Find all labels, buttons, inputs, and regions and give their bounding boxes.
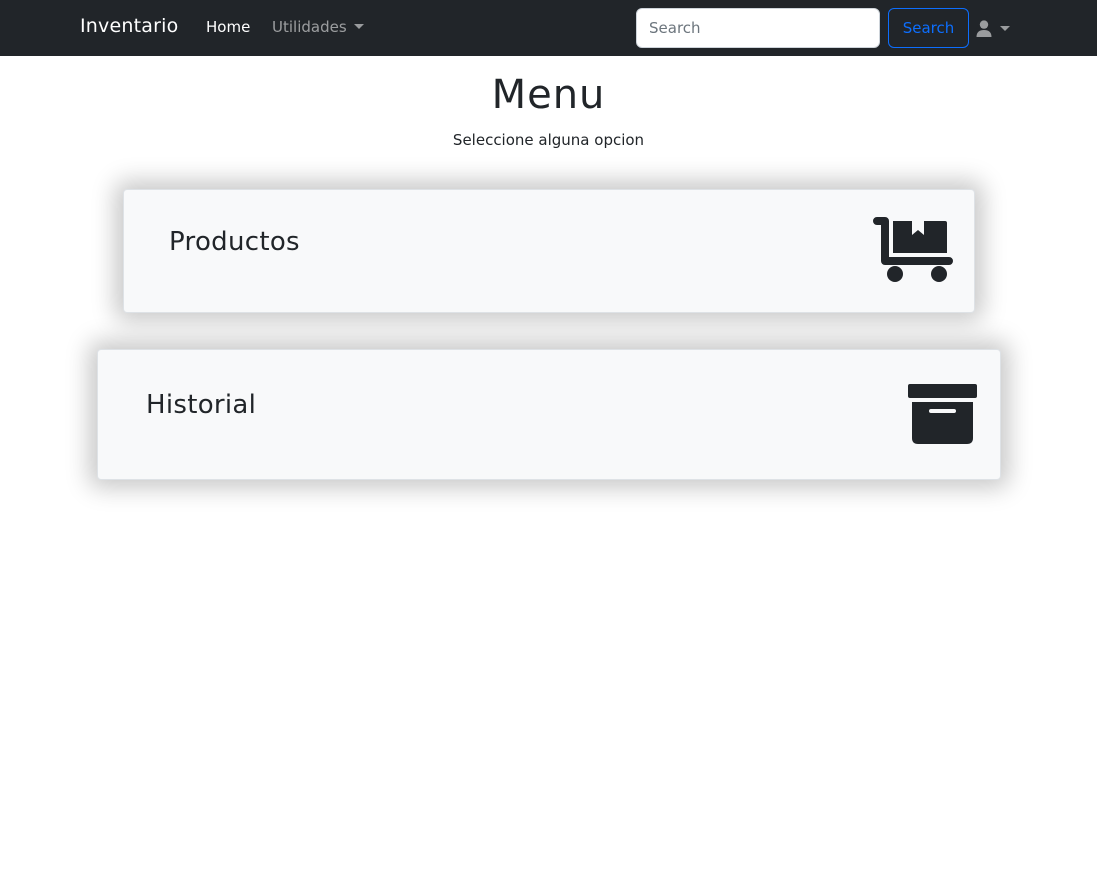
search-input[interactable] bbox=[636, 8, 880, 48]
nav-link-home-label: Home bbox=[206, 18, 251, 36]
card-title-historial: Historial bbox=[146, 390, 257, 420]
search-button[interactable]: Search bbox=[888, 8, 969, 48]
chevron-down-icon bbox=[1000, 25, 1010, 31]
card-historial[interactable]: Historial bbox=[97, 349, 1001, 480]
navbar-brand[interactable]: Inventario bbox=[80, 15, 178, 37]
page-subtitle: Seleccione alguna opcion bbox=[452, 131, 645, 149]
nav-dropdown-utilidades-label: Utilidades bbox=[272, 18, 347, 36]
page-title: Menu bbox=[491, 72, 606, 118]
dolly-flatbed-icon bbox=[873, 217, 953, 282]
card-productos[interactable]: Productos bbox=[123, 189, 975, 313]
nav-dropdown-utilidades[interactable]: Utilidades bbox=[272, 18, 364, 36]
chevron-down-icon bbox=[353, 24, 364, 29]
archive-box-icon bbox=[908, 384, 977, 444]
user-icon bbox=[976, 19, 992, 37]
user-menu-toggle[interactable] bbox=[976, 17, 1010, 39]
top-navbar: Inventario Home Utilidades Search bbox=[0, 0, 1097, 56]
card-title-productos: Productos bbox=[169, 227, 300, 257]
nav-link-home[interactable]: Home bbox=[206, 18, 250, 36]
